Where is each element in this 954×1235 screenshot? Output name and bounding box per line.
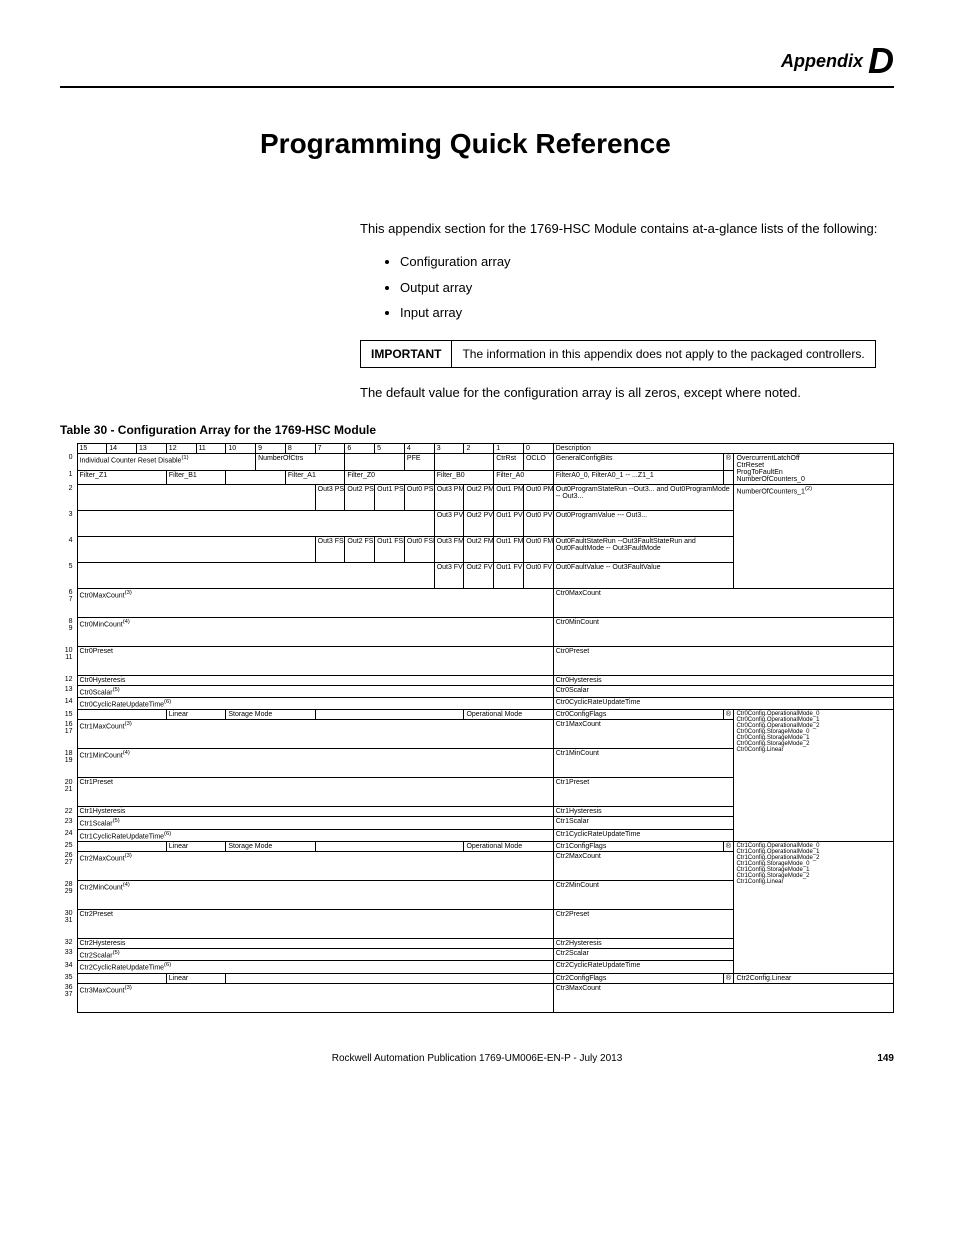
bullet-item: Output array xyxy=(400,276,894,299)
appendix-header: Appendix D xyxy=(60,40,894,88)
appendix-letter: D xyxy=(868,40,894,81)
page-title: Programming Quick Reference xyxy=(260,128,894,160)
bit-header-row: 15141312 111098 7654 3210 Description xyxy=(60,443,894,453)
table-row: 0 Individual Counter Reset Disable(1) Nu… xyxy=(60,453,894,470)
publication-info: Rockwell Automation Publication 1769-UM0… xyxy=(332,1053,623,1064)
appendix-label: Appendix xyxy=(781,51,863,71)
default-note: The default value for the configuration … xyxy=(360,384,894,402)
table-row: 15 LinearStorage Mode Operational Mode C… xyxy=(60,710,894,720)
important-label: IMPORTANT xyxy=(361,341,452,368)
table-row: 35 Linear Ctr2ConfigFlags®Ctr2Config.Lin… xyxy=(60,973,894,983)
intro-text: This appendix section for the 1769-HSC M… xyxy=(360,220,894,238)
config-table: 15141312 111098 7654 3210 Description 0 … xyxy=(60,443,894,1013)
table-caption: Table 30 - Configuration Array for the 1… xyxy=(60,423,894,437)
table-row: 2 Out3 PSROut2 PSROut1 PSROut0 PSR Out3 … xyxy=(60,484,894,510)
important-text: The information in this appendix does no… xyxy=(452,341,875,368)
important-box: IMPORTANT The information in this append… xyxy=(360,340,876,368)
bullet-item: Configuration array xyxy=(400,250,894,273)
page-number: 149 xyxy=(877,1053,894,1064)
bullet-item: Input array xyxy=(400,301,894,324)
bullet-list: Configuration array Output array Input a… xyxy=(400,250,894,324)
table-row: 25 LinearStorage Mode Operational Mode C… xyxy=(60,841,894,851)
page-footer: Rockwell Automation Publication 1769-UM0… xyxy=(60,1053,894,1064)
